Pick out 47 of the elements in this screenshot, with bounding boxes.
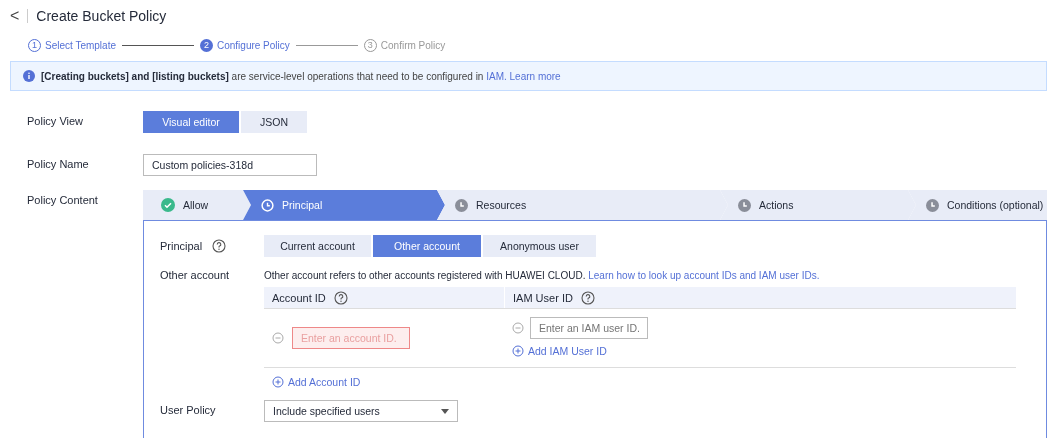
step-label: Confirm Policy	[380, 39, 446, 51]
iam-link[interactable]: IAM.	[486, 70, 507, 82]
description-text: Other account refers to other accounts registered with HUAWEI CLOUD. Learn how to look up account IDs and IAM user IDs.	[264, 270, 820, 281]
add-iam-user-link[interactable]: Add IAM User ID	[512, 345, 648, 357]
notice-text: [Creating buckets] and [listing buckets] are service-level operations that need to be configured in IAM. Learn more	[41, 70, 561, 82]
field-label: User Policy	[160, 404, 216, 416]
caret-icon	[441, 408, 449, 414]
clock-icon	[926, 198, 939, 212]
help-icon[interactable]	[580, 290, 595, 305]
view-tab[interactable]: Visual editor	[143, 111, 239, 133]
column-header: IAM User ID	[513, 291, 573, 304]
iam-user-id-field[interactable]: Enter an IAM user ID.	[530, 317, 648, 339]
column-header: Account ID	[272, 291, 326, 304]
check-icon	[161, 198, 175, 212]
stage-tab[interactable]: Resources	[437, 190, 728, 220]
page-title: Create Bucket Policy	[36, 8, 167, 24]
principal-option[interactable]: Anonymous user	[483, 235, 596, 257]
field-label: Policy View	[27, 114, 85, 127]
clock-icon	[455, 198, 468, 212]
clock-icon	[261, 198, 274, 212]
field-label: Policy Name	[27, 157, 90, 170]
step-number: 2	[199, 38, 213, 52]
view-tab[interactable]: JSON	[241, 111, 307, 133]
principal-option[interactable]: Current account	[264, 235, 371, 257]
add-icon	[512, 345, 524, 357]
help-icon[interactable]	[333, 290, 348, 305]
field-label: Other account	[160, 269, 230, 281]
principal-option[interactable]: Other account	[373, 235, 481, 257]
field-label: Principal	[160, 240, 203, 252]
add-icon	[272, 376, 284, 388]
stage-tab[interactable]: Actions	[720, 190, 916, 220]
help-icon[interactable]	[212, 239, 227, 253]
step-label: Select Template	[45, 39, 116, 51]
info-icon	[23, 70, 35, 82]
account-id-field[interactable]: Enter an account ID.	[292, 327, 410, 349]
add-account-link[interactable]: Add Account ID	[272, 376, 1016, 388]
stage-tab[interactable]: Conditions (optional)	[908, 190, 1047, 220]
field-label: Policy Content	[27, 193, 99, 206]
stage-tab[interactable]: Allow	[143, 190, 251, 220]
learn-more-link[interactable]: Learn more	[509, 70, 561, 82]
back-button[interactable]: <	[10, 8, 20, 24]
policy-name-field[interactable]: Custom policies-318d	[143, 154, 317, 176]
user-policy-dropdown[interactable]: Include specified users	[264, 400, 458, 422]
help-link[interactable]: Learn how to look up account IDs and IAM user IDs.	[588, 270, 820, 281]
clock-icon	[738, 198, 751, 212]
stage-tab[interactable]: Principal	[243, 190, 445, 220]
step-label: Configure Policy	[216, 39, 290, 51]
